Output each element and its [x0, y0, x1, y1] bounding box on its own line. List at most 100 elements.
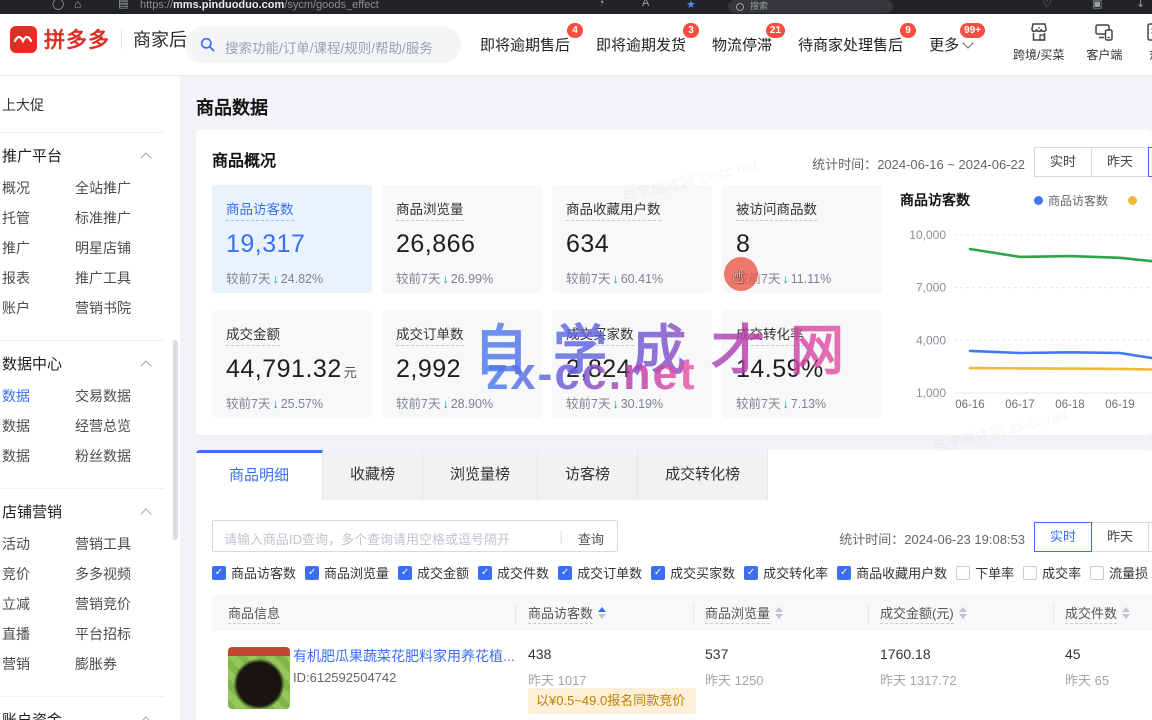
global-search-input[interactable]: 搜索功能/订单/课程/规则/帮助/服务: [185, 27, 461, 63]
browser-home-icon[interactable]: ⌂: [74, 0, 81, 11]
stat-card-0[interactable]: 商品访客数19,317较前7天↓24.82%: [212, 185, 372, 293]
range-button-昨天[interactable]: 昨天: [1091, 522, 1149, 552]
column-header-成交金额(元)[interactable]: 成交金额(元): [880, 595, 967, 631]
metric-checkbox-流量损[interactable]: 流量损: [1090, 563, 1148, 582]
sidebar-item-dacu[interactable]: 上大促: [2, 95, 180, 115]
range-button-7天[interactable]: 7天: [1148, 522, 1152, 552]
stat-card-2[interactable]: 商品收藏用户数634较前7天↓60.41%: [552, 185, 712, 293]
sidebar-item[interactable]: 营销工具: [75, 534, 131, 554]
promo-tag[interactable]: 以¥0.5~49.0报名同款竞价: [528, 688, 696, 714]
product-id-search-input[interactable]: 请输入商品ID查询，多个查询请用空格或逗号隔开 | 查询: [212, 520, 618, 552]
nav-item-3[interactable]: 待商家处理售后9: [798, 34, 903, 55]
metric-checkbox-成交买家数[interactable]: ✓成交买家数: [651, 563, 735, 582]
metric-checkbox-商品浏览量[interactable]: ✓商品浏览量: [305, 563, 389, 582]
browser-readaloud-icon[interactable]: A: [642, 0, 649, 9]
logo[interactable]: 拼多多 商家后台: [10, 24, 205, 54]
tab-成交转化榜[interactable]: 成交转化榜: [638, 450, 768, 500]
tab-访客榜[interactable]: 访客榜: [538, 450, 638, 500]
product-title-link[interactable]: 有机肥瓜果蔬菜花肥料家用养花植...: [293, 646, 515, 666]
column-header-商品访客数[interactable]: 商品访客数: [528, 595, 606, 631]
nav-item-0[interactable]: 即将逾期售后4: [480, 34, 570, 55]
sidebar-item[interactable]: 膨胀券: [75, 654, 117, 674]
sidebar-item[interactable]: 经营总览: [75, 416, 131, 436]
column-header-成交件数[interactable]: 成交件数: [1065, 595, 1130, 631]
metric-checkbox-成交转化率[interactable]: ✓成交转化率: [744, 563, 828, 582]
product-image[interactable]: [228, 647, 290, 709]
sidebar-item[interactable]: 概况: [2, 178, 75, 198]
range-button-昨天[interactable]: 昨天: [1091, 147, 1149, 177]
stat-card-1[interactable]: 商品浏览量26,866较前7天↓26.99%: [382, 185, 542, 293]
legend-item[interactable]: 商品访客数: [1034, 192, 1108, 209]
metric-checkbox-成交件数[interactable]: ✓成交件数: [478, 563, 549, 582]
sidebar-item[interactable]: 账户: [2, 298, 75, 318]
sidebar-item[interactable]: 营销: [2, 654, 75, 674]
sidebar-section-0[interactable]: 推广平台: [2, 147, 180, 167]
metric-checkbox-下单率[interactable]: 下单率: [956, 563, 1014, 582]
metric-checkbox-成交金额[interactable]: ✓成交金额: [398, 563, 469, 582]
sort-control[interactable]: [959, 607, 967, 619]
sidebar-item[interactable]: 全站推广: [75, 178, 131, 198]
metric-checkbox-成交率[interactable]: 成交率: [1023, 563, 1081, 582]
nav-item-2[interactable]: 物流停滞21: [712, 34, 772, 55]
sort-control[interactable]: [1122, 607, 1130, 619]
stat-card-5[interactable]: 成交订单数2,992较前7天↓28.90%: [382, 310, 542, 418]
sidebar-item[interactable]: 营销书院: [75, 298, 131, 318]
tab-商品明细[interactable]: 商品明细: [196, 450, 323, 500]
sidebar-item[interactable]: 多多视频: [75, 564, 131, 584]
browser-downloads-icon[interactable]: ↧: [1136, 0, 1145, 10]
query-button[interactable]: 查询: [578, 529, 604, 548]
sidebar-item[interactable]: 数据: [2, 386, 75, 406]
stat-card-6[interactable]: 成交买家数2,824较前7天↓30.19%: [552, 310, 712, 418]
browser-search-box[interactable]: 搜索: [728, 0, 893, 13]
bookmark-star-icon[interactable]: ★: [686, 0, 696, 11]
sidebar-item[interactable]: 竞价: [2, 564, 75, 584]
divider: [1053, 603, 1054, 623]
browser-extension-icon[interactable]: ◔: [598, 0, 605, 9]
tab-浏览量榜[interactable]: 浏览量榜: [423, 450, 538, 500]
browser-reload-icon[interactable]: ◯: [52, 0, 64, 10]
stat-card-label: 成交金额: [226, 323, 280, 346]
nav-item-1[interactable]: 即将逾期发货3: [596, 34, 686, 55]
sidebar-item[interactable]: 推广: [2, 238, 75, 258]
sidebar-item[interactable]: 报表: [2, 268, 75, 288]
legend-item[interactable]: [1128, 196, 1142, 205]
range-button-实时[interactable]: 实时: [1034, 147, 1092, 177]
stat-card-4[interactable]: 成交金额44,791.32元较前7天↓25.57%: [212, 310, 372, 418]
sidebar-item[interactable]: 平台招标: [75, 624, 131, 644]
sidebar-item[interactable]: 营销竞价: [75, 594, 131, 614]
browser-favorites-icon[interactable]: ♡: [1042, 0, 1052, 10]
sort-control[interactable]: [598, 607, 606, 619]
sidebar-item[interactable]: 活动: [2, 534, 75, 554]
metric-checkbox-成交订单数[interactable]: ✓成交订单数: [558, 563, 642, 582]
range-button-7天[interactable]: 7天: [1148, 147, 1152, 177]
sidebar-section-3[interactable]: 账户资金: [2, 711, 180, 720]
stat-card-7[interactable]: 成交转化率14.59%较前7天↓7.13%: [722, 310, 882, 418]
sidebar-item[interactable]: 托管: [2, 208, 75, 228]
quick-link-rules[interactable]: 规: [1144, 21, 1152, 63]
sidebar-item[interactable]: 推广工具: [75, 268, 131, 288]
range-button-实时[interactable]: 实时: [1034, 522, 1092, 552]
sidebar-item[interactable]: 交易数据: [75, 386, 131, 406]
quick-link-crossborder[interactable]: 跨境/买菜: [1013, 21, 1064, 63]
sidebar-item[interactable]: 明星店铺: [75, 238, 131, 258]
metric-checkbox-商品访客数[interactable]: ✓商品访客数: [212, 563, 296, 582]
nav-item-4[interactable]: 更多99+: [929, 34, 972, 55]
browser-split-icon[interactable]: ▣: [1092, 0, 1102, 10]
sidebar-item[interactable]: 立减: [2, 594, 75, 614]
sidebar-item[interactable]: 数据: [2, 446, 75, 466]
sidebar-item[interactable]: 粉丝数据: [75, 446, 131, 466]
sidebar-item[interactable]: 直播: [2, 624, 75, 644]
quick-link-client[interactable]: 客户端: [1086, 21, 1122, 63]
sidebar-section-1[interactable]: 数据中心: [2, 355, 180, 375]
metric-checkbox-商品收藏用户数[interactable]: ✓商品收藏用户数: [837, 563, 947, 582]
tab-收藏榜[interactable]: 收藏榜: [323, 450, 423, 500]
sidebar-item[interactable]: 标准推广: [75, 208, 131, 228]
address-bar[interactable]: https://mms.pinduoduo.com/sycm/goods_eff…: [140, 0, 379, 11]
sidebar-scrollbar[interactable]: [173, 340, 178, 540]
sidebar-section-2[interactable]: 店铺营销: [2, 503, 180, 523]
checkbox-checked-icon: ✓: [837, 566, 851, 580]
browser-page-icon[interactable]: ▤: [118, 0, 128, 10]
sidebar-item[interactable]: 数据: [2, 416, 75, 436]
column-header-商品浏览量[interactable]: 商品浏览量: [705, 595, 783, 631]
sort-control[interactable]: [775, 607, 783, 619]
